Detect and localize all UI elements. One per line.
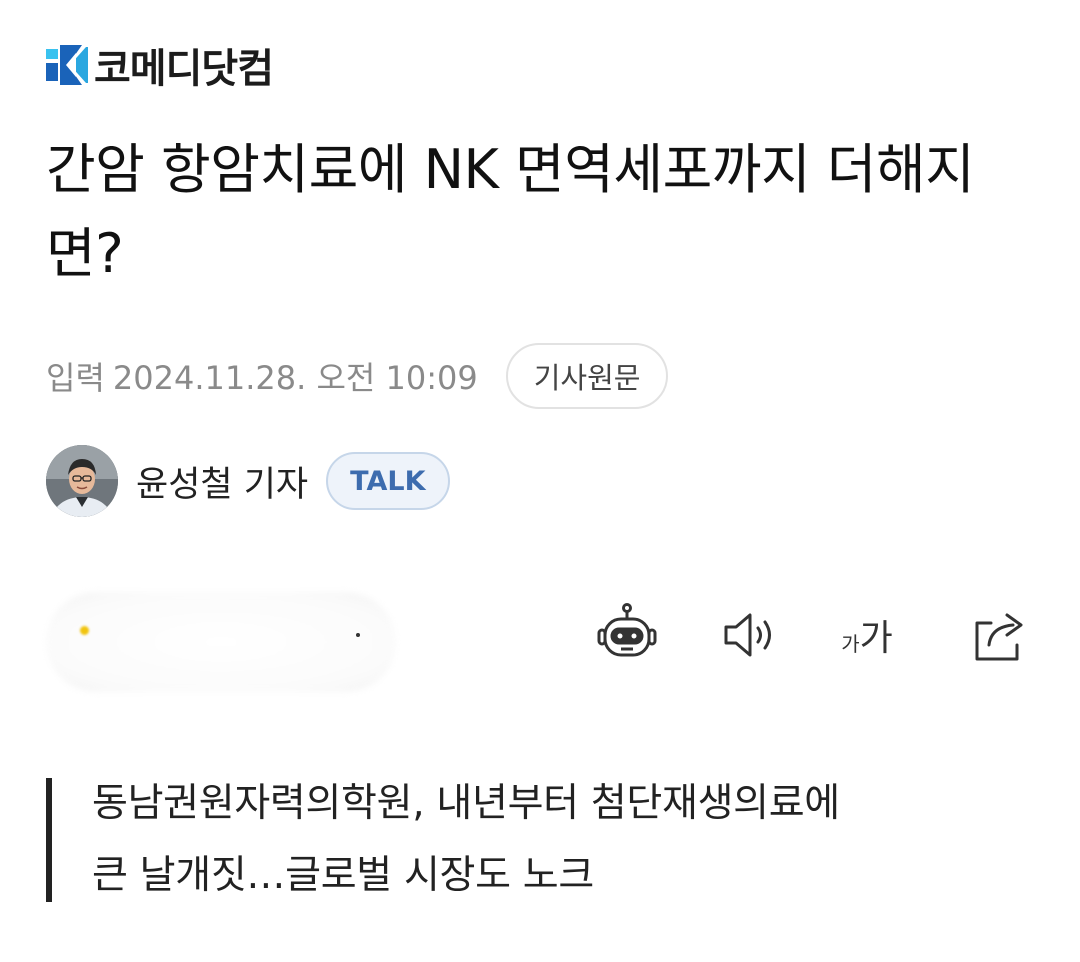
- comedy-logo-icon: [46, 45, 88, 85]
- talk-badge[interactable]: TALK: [326, 452, 450, 510]
- summary-line-2: 큰 날개짓…글로벌 시장도 노크: [92, 853, 594, 898]
- site-logo[interactable]: 코메디닷컴: [46, 36, 274, 94]
- summary-quote-bar: [46, 778, 52, 902]
- text-to-speech-button[interactable]: [715, 600, 785, 670]
- robot-summary-button[interactable]: [592, 600, 662, 670]
- font-size-large-glyph: 가: [859, 618, 893, 659]
- date-label: 입력: [46, 359, 105, 397]
- speaker-icon: [724, 613, 771, 657]
- date-value: 2024.11.28. 오전 10:09: [112, 359, 478, 397]
- logo-text: 코메디닷컴: [94, 46, 274, 92]
- reporter-name[interactable]: 윤성철 기자: [136, 456, 308, 507]
- share-icon: [975, 613, 1023, 661]
- blurred-mark: [80, 626, 89, 635]
- font-size-small-glyph: 가: [841, 631, 860, 656]
- share-button[interactable]: [964, 600, 1034, 670]
- article-dateline: 입력 2024.11.28. 오전 10:09 기사원문: [46, 343, 669, 409]
- article-summary: 동남권원자력의학원, 내년부터 첨단재생의료에 큰 날개짓…글로벌 시장도 노크: [92, 768, 1052, 912]
- article-headline: 간암 항암치료에 NK 면역세포까지 더해지면?: [46, 138, 975, 285]
- reporter-avatar[interactable]: [46, 445, 118, 517]
- blurred-mark: [356, 633, 360, 637]
- summary-line-1: 동남권원자력의학원, 내년부터 첨단재생의료에: [92, 781, 840, 826]
- font-size-button[interactable]: 가 가: [832, 600, 902, 670]
- reporter-photo-icon: [46, 445, 118, 517]
- robot-summary-icon: [597, 603, 657, 657]
- original-article-button[interactable]: 기사원문: [505, 343, 669, 409]
- reporter-byline: 윤성철 기자 TALK: [46, 445, 450, 517]
- blurred-banner: [46, 592, 396, 692]
